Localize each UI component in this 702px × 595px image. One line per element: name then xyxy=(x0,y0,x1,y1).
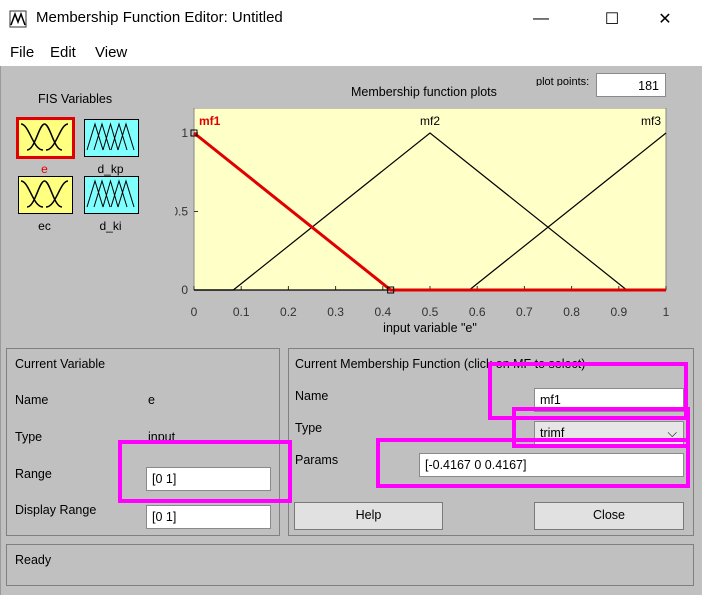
annotation-box-params xyxy=(376,438,690,488)
variable-e-label: e xyxy=(41,162,48,176)
y-tick-label: 0.5 xyxy=(175,205,188,219)
membership-function-plot[interactable]: 0 0.1 0.2 0.3 0.4 0.5 0.6 0.7 0.8 0.9 1 0 0.5 1 input … xyxy=(175,108,685,340)
x-tick-label: 0.9 xyxy=(610,305,627,319)
status-text: Ready xyxy=(15,553,52,567)
x-tick-label: 0.2 xyxy=(280,305,297,319)
mf-label-mf3: mf3 xyxy=(641,114,661,128)
variable-d-kp-icon[interactable] xyxy=(84,119,139,157)
mf-label-mf1: mf1 xyxy=(199,114,221,128)
variable-d-ki-label: d_ki xyxy=(99,219,122,233)
variable-e-icon[interactable] xyxy=(16,117,75,159)
variable-ec-icon[interactable] xyxy=(18,176,73,214)
x-tick-label: 1 xyxy=(663,305,670,319)
help-button[interactable]: Help xyxy=(294,502,443,530)
mf-name-label: Name xyxy=(295,389,329,403)
x-tick-label: 0.4 xyxy=(374,305,391,319)
x-tick-label: 0.7 xyxy=(516,305,533,319)
mf-type-label: Type xyxy=(295,421,323,435)
minimize-button[interactable]: — xyxy=(518,0,564,38)
matlab-app-icon xyxy=(9,10,27,28)
x-tick-label: 0.8 xyxy=(563,305,580,319)
x-tick-label: 0 xyxy=(191,305,198,319)
plot-points-label: plot points: xyxy=(536,76,590,86)
x-tick-label: 0.3 xyxy=(327,305,344,319)
params-label: Params xyxy=(295,453,339,467)
menu-edit[interactable]: Edit xyxy=(50,44,76,61)
variable-type-label: Type xyxy=(15,430,43,444)
variable-ec-label: ec xyxy=(38,219,51,233)
window-title: Membership Function Editor: Untitled xyxy=(36,9,283,26)
menu-file[interactable]: File xyxy=(10,44,34,61)
y-tick-label: 1 xyxy=(181,126,188,140)
menu-view[interactable]: View xyxy=(95,44,127,61)
display-range-input[interactable]: [0 1] xyxy=(146,505,271,529)
maximize-button[interactable]: ☐ xyxy=(589,0,635,38)
plot-title: Membership function plots xyxy=(351,85,497,99)
annotation-box-range xyxy=(118,440,292,503)
variable-d-ki-icon[interactable] xyxy=(84,176,139,214)
fis-variables-label: FIS Variables xyxy=(38,92,113,106)
x-tick-label: 0.1 xyxy=(233,305,250,319)
plot-area xyxy=(193,108,667,291)
close-window-button[interactable]: ✕ xyxy=(642,0,688,38)
variable-d-kp-label: d_kp xyxy=(97,162,124,176)
x-axis-label: input variable "e" xyxy=(383,321,477,335)
variable-name-label: Name xyxy=(15,393,49,407)
status-panel xyxy=(6,544,694,586)
x-tick-label: 0.5 xyxy=(422,305,439,319)
display-range-label: Display Range xyxy=(15,503,97,517)
y-tick-label: 0 xyxy=(181,283,188,297)
current-variable-header: Current Variable xyxy=(15,357,106,371)
range-label: Range xyxy=(15,467,52,481)
mf-label-mf2: mf2 xyxy=(420,114,440,128)
variable-name-value: e xyxy=(148,393,155,407)
x-tick-label: 0.6 xyxy=(469,305,486,319)
close-button[interactable]: Close xyxy=(534,502,684,530)
plot-points-input[interactable]: 181 xyxy=(596,73,666,97)
